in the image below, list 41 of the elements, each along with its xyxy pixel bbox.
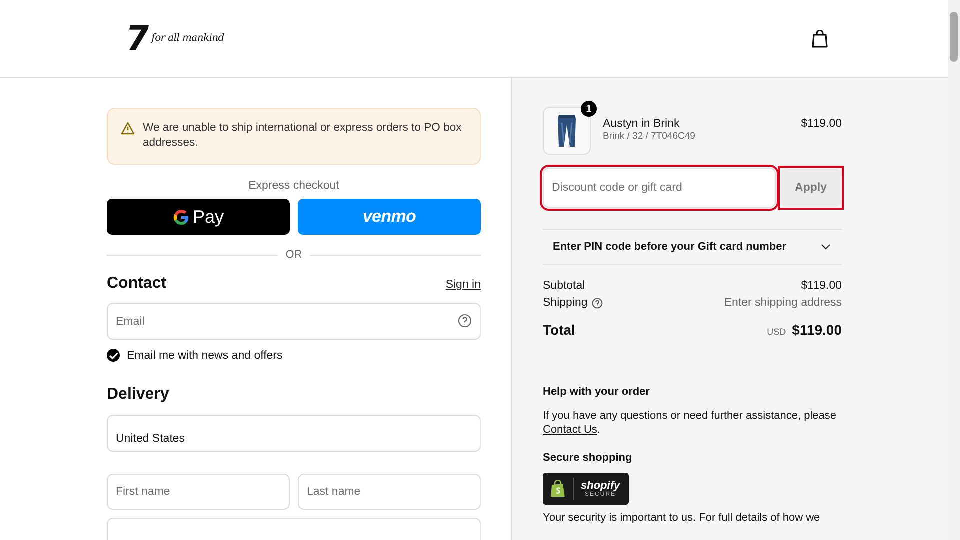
- google-pay-button[interactable]: Pay: [107, 199, 290, 235]
- total-value: $119.00: [792, 322, 842, 338]
- express-checkout-title: Express checkout: [248, 180, 340, 192]
- first-name-field[interactable]: First name: [107, 474, 290, 510]
- warning-icon: [121, 122, 135, 135]
- quantity-badge: 1: [581, 101, 597, 117]
- section-heading: Contact: [107, 275, 167, 293]
- product-price: $119.00: [801, 117, 842, 130]
- secure-heading: Secure shopping: [543, 452, 634, 464]
- security-text: Your security is important to us. For full details of how we: [543, 511, 822, 525]
- apply-button[interactable]: Apply: [781, 169, 841, 207]
- contact-us-link[interactable]: Contact Us: [543, 424, 598, 436]
- total-label: Total: [543, 322, 576, 338]
- help-icon: [458, 314, 472, 328]
- email-field[interactable]: Email: [107, 303, 481, 340]
- help-icon: [592, 298, 603, 308]
- pin-code-toggle[interactable]: Enter PIN code before your Gift card number: [543, 229, 842, 265]
- country-field[interactable]: United States: [107, 415, 481, 452]
- discount-code-field[interactable]: Discount code or gift card: [543, 168, 776, 208]
- shopping-bag-icon[interactable]: [812, 30, 828, 48]
- help-heading: Help with your order: [543, 386, 651, 398]
- currency-code: USD: [767, 327, 786, 337]
- google-g-icon: [172, 208, 190, 226]
- help-text: If you have any questions or need further assistance, please Contact Us.: [543, 409, 838, 437]
- product-variant: Brink / 32 / 7T046C49: [603, 131, 696, 142]
- last-name-field[interactable]: Last name: [298, 474, 481, 510]
- checkbox[interactable]: [107, 349, 120, 362]
- subtotal-value: $119.00: [801, 280, 842, 292]
- shipping-label: Shipping: [543, 297, 588, 309]
- scrollbar[interactable]: [948, 0, 960, 540]
- checkbox-label: Email me with news and offers: [127, 350, 283, 362]
- product-name: Austyn in Brink: [603, 118, 681, 130]
- subtotal-label: Subtotal: [543, 280, 586, 292]
- address-field[interactable]: [107, 518, 481, 540]
- or-divider-label: OR: [284, 249, 304, 261]
- shipping-value: Enter shipping address: [724, 297, 842, 309]
- chevron-icon: [821, 244, 831, 250]
- sign-in-link[interactable]: Sign in: [446, 279, 481, 291]
- shopping-bag-icon: [550, 480, 566, 498]
- section-heading: Delivery: [107, 386, 170, 404]
- notice-text: We are unable to ship international or express orders to PO box addresses.: [143, 121, 463, 151]
